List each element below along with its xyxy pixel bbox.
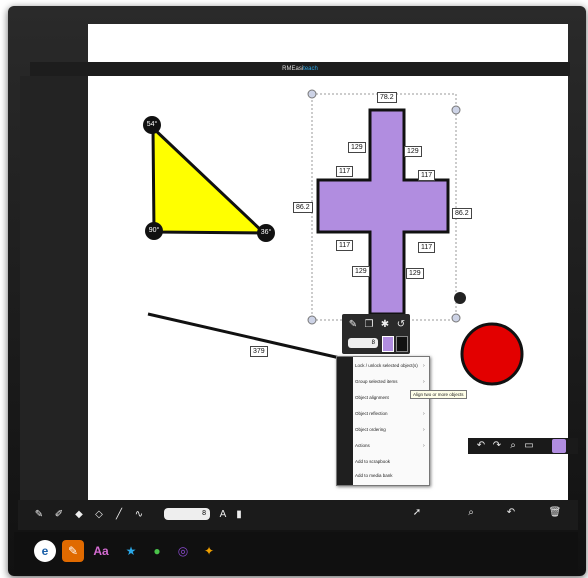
line-icon[interactable]: ╱ [112,508,126,522]
easiteach-home-icon[interactable]: e [34,540,56,562]
yellow-triangle[interactable] [151,124,268,235]
menu-item-label: Object ordering [355,427,386,432]
submenu-arrow-icon: › [423,443,425,449]
expand-arrow-icon[interactable] [454,292,466,304]
submenu-arrow-icon: › [423,379,425,385]
line-width-value: 8 [371,340,375,346]
select-icon[interactable]: ➚ [410,506,424,520]
measurement-label: 117 [418,170,436,181]
curve-icon[interactable]: ∿ [132,508,146,522]
zoom-icon[interactable]: ⌕ [464,506,478,520]
context-menu: Lock / unlock selected object(s) › Group … [336,356,430,486]
submenu-arrow-icon: › [423,411,425,417]
red-circle[interactable] [460,322,524,386]
menu-item-group[interactable]: Group selected items › [355,379,425,385]
highlighter-icon[interactable]: ✐ [52,508,66,522]
angle-label: 36° [257,224,275,242]
redo-icon[interactable]: ↷ [490,439,504,453]
marker-icon[interactable]: ▮ [232,508,246,522]
resize-handle[interactable] [307,89,317,99]
duplicate-icon[interactable]: ❐ [362,318,376,332]
pen-width-field[interactable]: 8 [164,508,210,520]
tooltip: Align two or more objects [410,390,467,399]
tools-icon[interactable]: ◎ [172,540,194,562]
shapes-icon[interactable]: ◇ [92,508,106,522]
color-swatch-icon[interactable] [552,439,566,453]
measurement-label: 117 [336,240,354,251]
menu-item-label: Lock / unlock selected object(s) [355,363,418,368]
measurement-label: 129 [348,142,366,153]
menu-item-label: Object alignment [355,395,389,400]
menu-item-ordering[interactable]: Object ordering › [355,427,425,433]
paint-icon[interactable]: ✱ [378,318,392,332]
menu-item-scrapbook[interactable]: Add to scrapbook [355,459,390,464]
text-tool-icon[interactable]: Aa [90,540,112,562]
line-length-label: 379 [250,346,268,357]
menu-item-label: Add to scrapbook [355,459,391,464]
menu-item-reflection[interactable]: Object reflection › [355,411,425,417]
bottom-toolbar: ✎ ✐ ◆ ◇ ╱ ∿ 8 A ▮ ➚ ⌕ ↶ 🗑 [18,500,578,530]
measurement-label: 129 [406,268,424,279]
submenu-arrow-icon: › [423,427,425,433]
resize-handle[interactable] [451,313,461,323]
menu-item-label: Add to media bank [355,473,393,478]
resize-handle[interactable] [451,105,461,115]
trash-icon[interactable]: 🗑 [548,506,562,520]
page-icon[interactable]: ▭ [522,439,536,453]
angle-label: 54° [143,116,161,134]
measurement-label: 117 [336,166,354,177]
context-menu-icon-strip [337,357,353,485]
line-width-field[interactable]: 8 [348,338,378,348]
shapes-tool-icon[interactable]: ★ [120,540,142,562]
menu-item-alignment[interactable]: Object alignment› [355,395,425,401]
measurement-label: 86.2 [293,202,313,213]
pen-width-value: 8 [202,510,206,517]
angle-label: 90° [145,222,163,240]
canvas-shapes [147,89,524,386]
undo-icon[interactable]: ↶ [504,506,518,520]
media-tool-icon[interactable]: ● [146,540,168,562]
menu-item-label: Object reflection [355,411,388,416]
activities-icon[interactable]: ✦ [198,540,220,562]
submenu-arrow-icon: › [423,363,425,369]
menu-item-lock[interactable]: Lock / unlock selected object(s) › [355,363,425,369]
pen-tool-icon[interactable]: ✎ [62,540,84,562]
undo-icon[interactable]: ↺ [394,318,408,332]
right-toolbar: ↶ ↷ ⌕ ▭ [468,438,578,454]
menu-item-label: Actions [355,443,370,448]
pen-icon[interactable]: ✎ [32,508,46,522]
menu-item-actions[interactable]: Actions › [355,443,425,449]
undo-icon[interactable]: ↶ [474,439,488,453]
measurement-label: 129 [352,266,370,277]
eraser-icon[interactable]: ◆ [72,508,86,522]
measurement-label: 129 [404,146,422,157]
fill-color-swatch[interactable] [382,336,394,352]
line-color-swatch[interactable] [396,336,408,352]
resize-handle[interactable] [307,315,317,325]
measurement-label: 78.2 [377,92,397,103]
measurement-label: 86.2 [452,208,472,219]
menu-item-media-bank[interactable]: Add to media bank [355,473,393,478]
app-dock: e ✎ Aa ★ ● ◎ ✦ [14,532,578,574]
text-icon[interactable]: A [216,508,230,522]
menu-item-label: Group selected items [355,379,398,384]
zoom-icon[interactable]: ⌕ [506,439,520,453]
measurement-label: 117 [418,242,436,253]
purple-cross[interactable] [316,108,450,316]
object-toolbar: ✎ ❐ ✱ ↺ 8 [342,314,410,354]
pen-icon[interactable]: ✎ [346,318,360,332]
